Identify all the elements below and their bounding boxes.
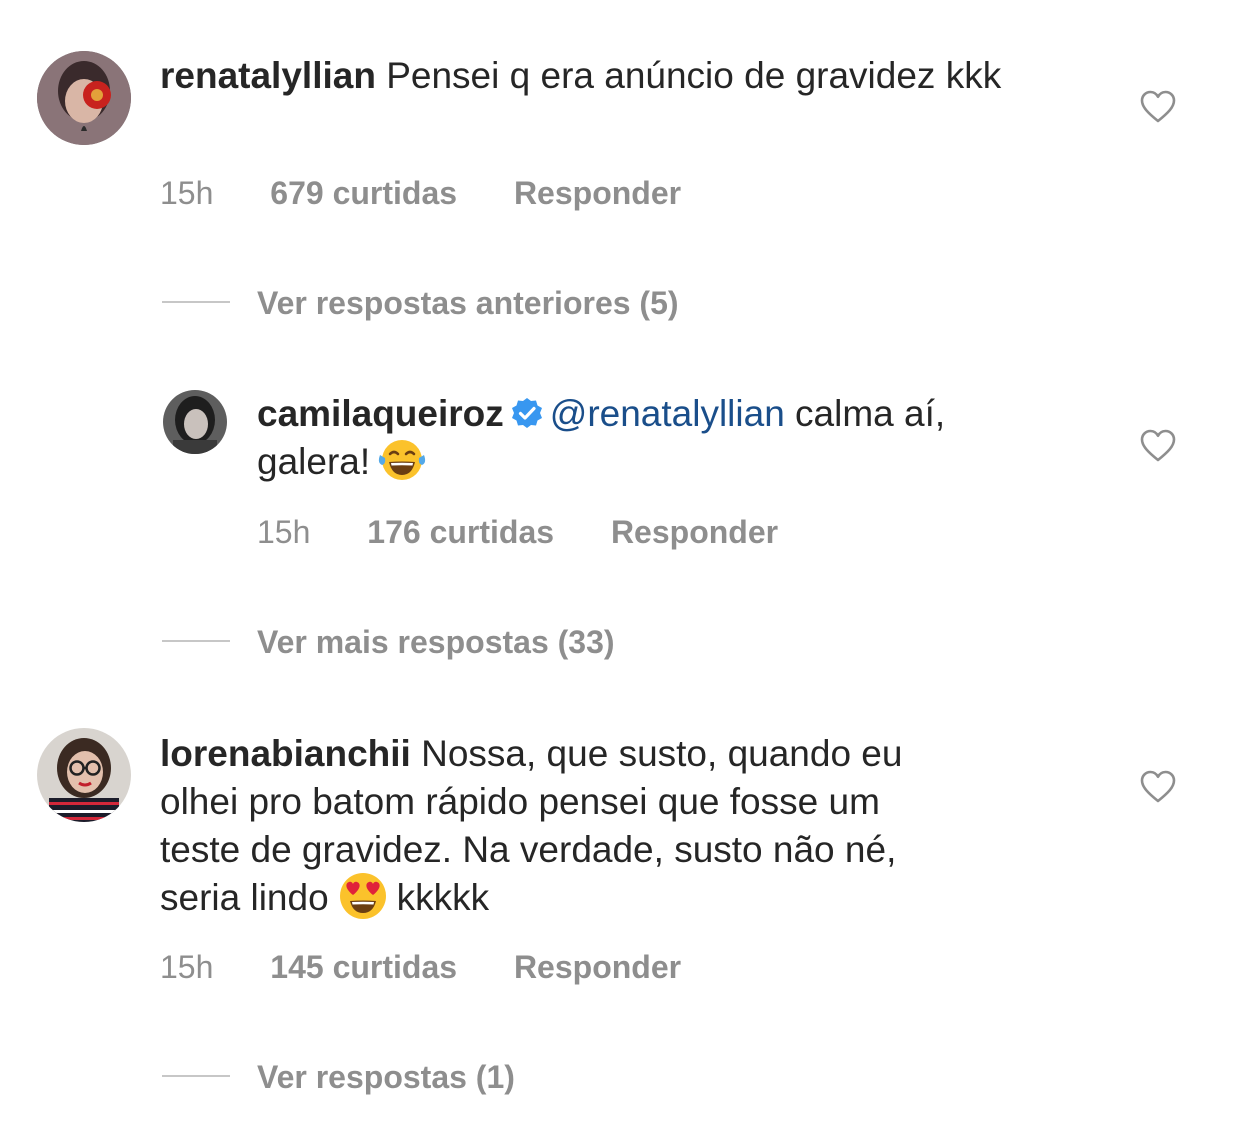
avatar[interactable] [37,51,131,145]
comment-text: renatalyllian Pensei q era anúncio de gr… [160,52,1110,100]
comment-body-line3: teste de gravidez. Na verdade, susto não… [160,829,897,870]
comment-camilaqueiroz: camilaqueiroz @renatalyllian calma aí, ga… [0,380,1242,580]
replies-divider [162,1075,230,1077]
comment-renatalyllian: renatalyllian Pensei q era anúncio de gr… [0,0,1242,230]
comment-body-line4-end: kkkkk [396,877,490,918]
replies-divider [162,640,230,642]
comment-body-line2: galera! [257,441,371,482]
comment-meta: 15h 145 curtidas Responder [160,947,681,987]
comment-body: calma aí, [784,393,946,434]
comment-meta: 15h 176 curtidas Responder [257,512,778,552]
view-previous-replies-button[interactable]: Ver respostas anteriores (5) [257,283,679,323]
likes-count[interactable]: 176 curtidas [367,512,554,552]
comment-body-line4: seria lindo [160,877,329,918]
avatar[interactable] [37,728,131,822]
comment-meta: 15h 679 curtidas Responder [160,173,681,213]
timestamp[interactable]: 15h [160,947,213,987]
mention-link[interactable]: @renatalyllian [550,393,785,434]
likes-count[interactable]: 679 curtidas [270,173,457,213]
comment-body: Nossa, que susto, quando eu [410,733,903,774]
likes-count[interactable]: 145 curtidas [270,947,457,987]
heart-icon[interactable] [1140,770,1176,804]
view-more-replies-button[interactable]: Ver mais respostas (33) [257,622,615,662]
view-replies-button[interactable]: Ver respostas (1) [257,1057,515,1097]
comment-text: lorenabianchii Nossa, que susto, quando … [160,730,1110,922]
avatar[interactable] [163,390,227,454]
heart-icon[interactable] [1140,429,1176,463]
heart-icon[interactable] [1140,90,1176,124]
comment-body: Pensei q era anúncio de gravidez kkk [386,55,1002,96]
heart-eyes-emoji [339,873,386,920]
username[interactable]: camilaqueiroz [257,393,504,434]
comment-body-line2: olhei pro batom rápido pensei que fosse … [160,781,880,822]
reply-button[interactable]: Responder [514,173,681,213]
verified-badge-icon [511,398,542,429]
replies-divider [162,301,230,303]
reply-button[interactable]: Responder [611,512,778,552]
laughing-tears-emoji [379,440,426,481]
comment-text: camilaqueiroz @renatalyllian calma aí, ga… [257,390,1077,486]
reply-button[interactable]: Responder [514,947,681,987]
timestamp[interactable]: 15h [257,512,310,552]
username[interactable]: renatalyllian [160,55,376,96]
timestamp[interactable]: 15h [160,173,213,213]
comment-lorenabianchii: lorenabianchii Nossa, que susto, quando … [0,720,1242,1010]
username[interactable]: lorenabianchii [160,733,411,774]
